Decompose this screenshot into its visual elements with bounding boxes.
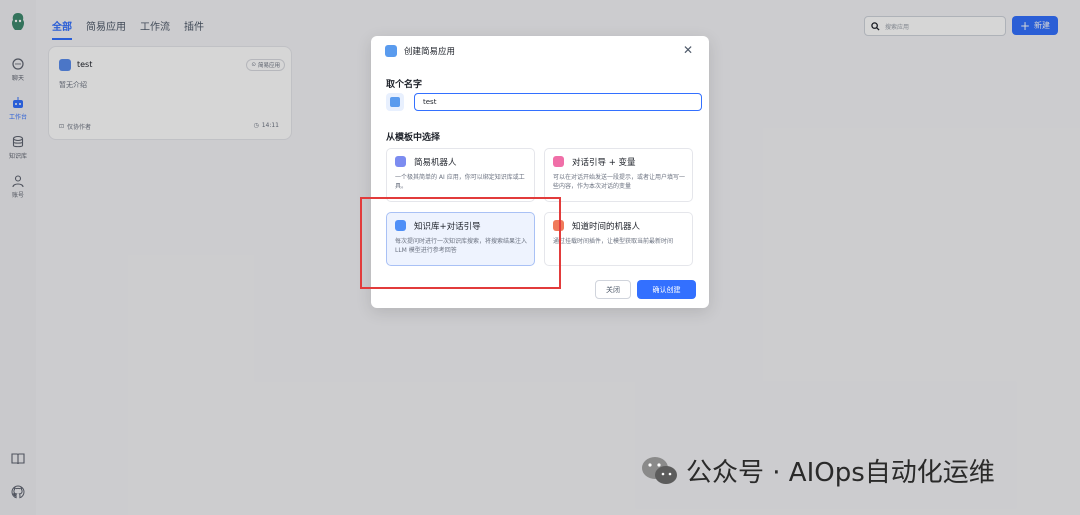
dialog-title: 创建简易应用 bbox=[404, 47, 456, 57]
template-desc: 一个极其简单的 AI 应用，你可以绑定知识库或工具。 bbox=[395, 174, 525, 190]
bot-icon bbox=[395, 156, 406, 167]
confirm-create-button[interactable]: 确认创建 bbox=[637, 280, 696, 299]
template-label: 从模板中选择 bbox=[386, 133, 441, 143]
template-name: 对话引导 + 变量 bbox=[572, 158, 636, 168]
dialog-app-icon bbox=[385, 45, 397, 57]
app-name-field[interactable]: test bbox=[414, 93, 702, 111]
template-desc: 通过挂载时间插件，让模型获取当前最新时间 bbox=[553, 238, 674, 245]
template-name: 简易机器人 bbox=[414, 158, 457, 168]
watermark: 公众号 · AIOps自动化运维 bbox=[640, 452, 995, 489]
highlight-box bbox=[360, 197, 561, 289]
cancel-button[interactable]: 关闭 bbox=[595, 280, 631, 299]
watermark-text: 公众号 · AIOps自动化运维 bbox=[686, 458, 995, 488]
template-card-simple-bot[interactable]: 简易机器人 一个极其简单的 AI 应用，你可以绑定知识库或工具。 bbox=[386, 148, 535, 202]
name-label: 取个名字 bbox=[386, 80, 423, 90]
template-card-time-bot[interactable]: 知道时间的机器人 通过挂载时间插件，让模型获取当前最新时间 bbox=[544, 212, 693, 266]
cube-icon bbox=[390, 97, 400, 107]
template-card-guide-variables[interactable]: 对话引导 + 变量 可以在对话开始发送一段提示，或者让用户填写一些内容，作为本次… bbox=[544, 148, 693, 202]
template-name: 知道时间的机器人 bbox=[572, 222, 641, 232]
chat-guide-icon bbox=[553, 156, 564, 167]
template-desc: 可以在对话开始发送一段提示，或者让用户填写一些内容，作为本次对话的变量 bbox=[553, 174, 686, 190]
avatar-picker[interactable] bbox=[386, 93, 404, 111]
wechat-icon bbox=[642, 456, 677, 484]
close-icon[interactable]: ✕ bbox=[683, 43, 693, 57]
